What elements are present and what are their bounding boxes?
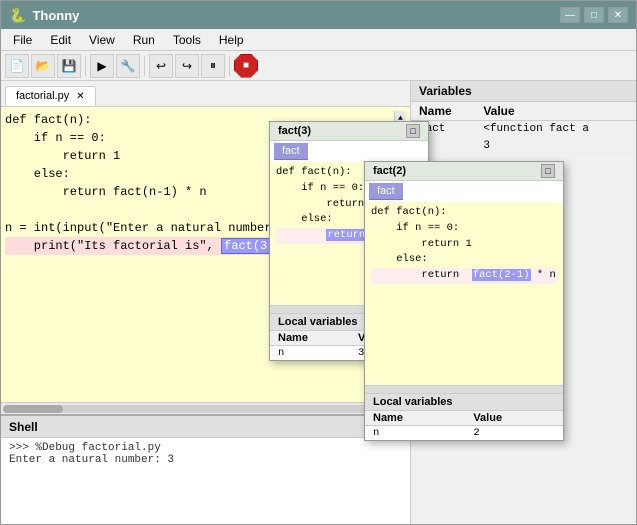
frame-fact2-locals-table: Name Value n 2 xyxy=(365,411,563,440)
table-row: n 2 xyxy=(365,426,563,441)
var-value-1: <function fact a xyxy=(475,121,636,138)
frame2-code-line-4: else: xyxy=(371,252,557,268)
frame-fact2-scrollbar[interactable] xyxy=(365,385,563,393)
title-bar-controls: — □ ✕ xyxy=(560,7,628,23)
step-into-button[interactable]: ↪ xyxy=(175,54,199,78)
variables-panel-title: Variables xyxy=(411,81,636,102)
shell-area: Shell >>> %Debug factorial.py Enter a na… xyxy=(1,414,410,524)
scroll-h-thumb xyxy=(3,405,63,413)
frame-fact2-locals-title: Local variables xyxy=(365,393,563,411)
variables-table: Name Value fact <function fact a n xyxy=(411,102,636,155)
toolbar: 📄 📂 💾 ▶ 🔧 ↩ ↪ ⏸ ■ xyxy=(1,51,636,81)
frame-fact2-var-n-value: 2 xyxy=(465,426,563,441)
app-title: Thonny xyxy=(32,8,79,23)
variables-col-value: Value xyxy=(475,102,636,121)
menu-file[interactable]: File xyxy=(5,31,40,48)
frame2-code-line-3: return 1 xyxy=(371,237,557,253)
menu-tools[interactable]: Tools xyxy=(165,31,209,48)
var-value-2: 3 xyxy=(475,138,636,155)
frame-fact2-code: def fact(n): if n == 0: return 1 else: r… xyxy=(365,202,563,385)
frame-fact3-highlight: return xyxy=(326,229,366,241)
close-button[interactable]: ✕ xyxy=(608,7,628,23)
maximize-button[interactable]: □ xyxy=(584,7,604,23)
editor-tab-bar: factorial.py ✕ xyxy=(1,81,410,107)
frame-fact3-var-n-name: n xyxy=(270,346,350,361)
shell-tab-bar: Shell xyxy=(1,416,410,438)
call-frame-fact2: fact(2) □ fact def fact(n): if n == 0: r… xyxy=(364,161,564,441)
variables-header-row: Name Value xyxy=(411,102,636,121)
editor-hscrollbar[interactable] xyxy=(1,402,410,414)
shell-line-2: Enter a natural number: 3 xyxy=(9,454,402,466)
frame-fact3-title-text: fact(3) xyxy=(278,125,311,137)
toolbar-separator-1 xyxy=(85,56,86,76)
app-icon: 🐍 xyxy=(9,7,26,24)
toolbar-separator-2 xyxy=(144,56,145,76)
frame-fact2-title: fact(2) □ xyxy=(365,162,563,181)
frame-fact2-var-n-name: n xyxy=(365,426,465,441)
frame-fact3-col-name: Name xyxy=(270,331,350,346)
frame-fact2-title-text: fact(2) xyxy=(373,165,406,177)
menu-run[interactable]: Run xyxy=(125,31,163,48)
frame-fact2-locals-header: Name Value xyxy=(365,411,563,426)
shell-label: Shell xyxy=(9,420,38,434)
menu-view[interactable]: View xyxy=(81,31,123,48)
table-row: n 3 xyxy=(411,138,636,155)
frame-fact2-col-value: Value xyxy=(465,411,563,426)
editor-tab-label: factorial.py xyxy=(16,90,69,102)
frame-fact3-close-btn[interactable]: □ xyxy=(406,124,420,138)
frame-fact2-close-btn[interactable]: □ xyxy=(541,164,555,178)
new-file-button[interactable]: 📄 xyxy=(5,54,29,78)
frame2-code-line-2: if n == 0: xyxy=(371,221,557,237)
scroll-h-track xyxy=(3,405,408,413)
frame-fact2-col-name: Name xyxy=(365,411,465,426)
frame-fact3-title: fact(3) □ xyxy=(270,122,428,141)
main-window: 🐍 Thonny — □ ✕ File Edit View Run Tools … xyxy=(0,0,637,525)
run-button[interactable]: ▶ xyxy=(90,54,114,78)
menu-bar: File Edit View Run Tools Help xyxy=(1,29,636,51)
editor-tab-close[interactable]: ✕ xyxy=(76,91,84,102)
minimize-button[interactable]: — xyxy=(560,7,580,23)
open-file-button[interactable]: 📂 xyxy=(31,54,55,78)
frame-fact3-tab-area: fact xyxy=(270,141,428,162)
main-area: factorial.py ✕ def fact(n): if n == 0: r… xyxy=(1,81,636,524)
step-over-button[interactable]: ↩ xyxy=(149,54,173,78)
save-file-button[interactable]: 💾 xyxy=(57,54,81,78)
frame2-code-line-1: def fact(n): xyxy=(371,205,557,221)
table-row: fact <function fact a xyxy=(411,121,636,138)
editor-tab-factorial[interactable]: factorial.py ✕ xyxy=(5,86,96,106)
frame-fact2-highlight: fact(2-1) xyxy=(472,269,531,281)
toolbar-separator-3 xyxy=(229,56,230,76)
title-bar: 🐍 Thonny — □ ✕ xyxy=(1,1,636,29)
frame-fact3-tab[interactable]: fact xyxy=(274,143,308,160)
title-bar-left: 🐍 Thonny xyxy=(9,7,79,24)
menu-edit[interactable]: Edit xyxy=(42,31,79,48)
variables-col-name: Name xyxy=(411,102,475,121)
frame-fact2-tab-area: fact xyxy=(365,181,563,202)
shell-content[interactable]: >>> %Debug factorial.py Enter a natural … xyxy=(1,438,410,470)
frame-fact2-tab[interactable]: fact xyxy=(369,183,403,200)
frame2-code-line-5: return fact(2-1) * n xyxy=(371,268,557,284)
menu-help[interactable]: Help xyxy=(211,31,252,48)
stop-button[interactable]: ■ xyxy=(234,54,258,78)
debug-button[interactable]: 🔧 xyxy=(116,54,140,78)
shell-line-1: >>> %Debug factorial.py xyxy=(9,442,402,454)
step-out-button[interactable]: ⏸ xyxy=(201,54,225,78)
